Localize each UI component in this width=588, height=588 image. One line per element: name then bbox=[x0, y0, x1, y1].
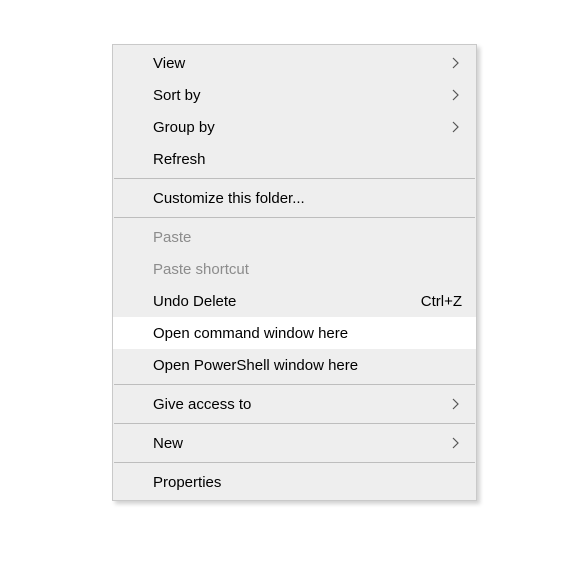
menu-item-label: Sort by bbox=[153, 87, 450, 104]
menu-item-refresh[interactable]: Refresh bbox=[113, 143, 476, 175]
menu-item-shortcut: Ctrl+Z bbox=[421, 293, 462, 310]
menu-separator bbox=[114, 462, 475, 463]
menu-item-label: Open PowerShell window here bbox=[153, 357, 462, 374]
menu-item-label: View bbox=[153, 55, 450, 72]
menu-item-sort-by[interactable]: Sort by bbox=[113, 79, 476, 111]
menu-item-paste-shortcut: Paste shortcut bbox=[113, 253, 476, 285]
menu-separator bbox=[114, 423, 475, 424]
menu-item-label: Paste shortcut bbox=[153, 261, 462, 278]
menu-item-label: Refresh bbox=[153, 151, 462, 168]
menu-item-give-access-to[interactable]: Give access to bbox=[113, 388, 476, 420]
menu-item-open-command-window[interactable]: Open command window here bbox=[113, 317, 476, 349]
menu-item-label: Customize this folder... bbox=[153, 190, 462, 207]
menu-item-label: Group by bbox=[153, 119, 450, 136]
menu-separator bbox=[114, 217, 475, 218]
menu-item-properties[interactable]: Properties bbox=[113, 466, 476, 498]
chevron-right-icon bbox=[450, 121, 462, 133]
menu-item-undo-delete[interactable]: Undo Delete Ctrl+Z bbox=[113, 285, 476, 317]
menu-item-label: Paste bbox=[153, 229, 462, 246]
chevron-right-icon bbox=[450, 57, 462, 69]
menu-item-paste: Paste bbox=[113, 221, 476, 253]
menu-item-open-powershell-window[interactable]: Open PowerShell window here bbox=[113, 349, 476, 381]
chevron-right-icon bbox=[450, 89, 462, 101]
menu-item-view[interactable]: View bbox=[113, 47, 476, 79]
menu-item-new[interactable]: New bbox=[113, 427, 476, 459]
chevron-right-icon bbox=[450, 437, 462, 449]
menu-item-group-by[interactable]: Group by bbox=[113, 111, 476, 143]
menu-item-customize-folder[interactable]: Customize this folder... bbox=[113, 182, 476, 214]
menu-separator bbox=[114, 384, 475, 385]
menu-item-label: New bbox=[153, 435, 450, 452]
menu-item-label: Open command window here bbox=[153, 325, 462, 342]
chevron-right-icon bbox=[450, 398, 462, 410]
context-menu: View Sort by Group by Refresh Customize … bbox=[112, 44, 477, 501]
menu-item-label: Give access to bbox=[153, 396, 450, 413]
menu-item-label: Properties bbox=[153, 474, 462, 491]
menu-item-label: Undo Delete bbox=[153, 293, 421, 310]
menu-separator bbox=[114, 178, 475, 179]
